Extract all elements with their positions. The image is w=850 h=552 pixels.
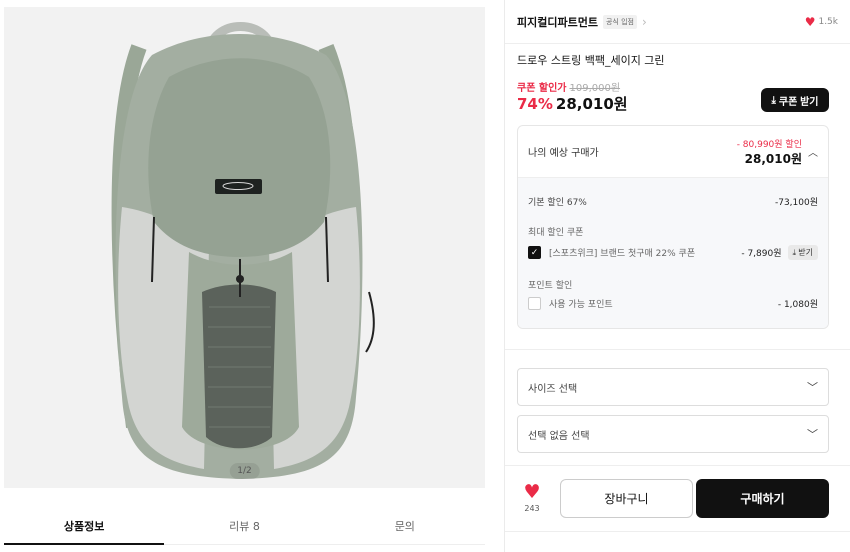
coupon-price-row: 쿠폰 할인가 109,000원 xyxy=(517,79,620,94)
coupon-get-label: 받기 xyxy=(798,248,813,257)
none-option-select[interactable]: 선택 없음 선택 ﹀ xyxy=(517,415,829,453)
price-row: 74% 28,010원 xyxy=(517,93,628,114)
base-discount-label: 기본 할인 67% xyxy=(528,198,587,208)
section-divider xyxy=(505,465,850,466)
estimated-price-label: 나의 예상 구매가 xyxy=(528,148,599,159)
download-icon: ⤓ xyxy=(771,94,776,106)
wishlist-button[interactable]: ♥ 243 xyxy=(521,481,543,514)
tab-reviews[interactable]: 리뷰 8 xyxy=(164,507,325,545)
max-coupon-heading: 최대 할인 쿠폰 xyxy=(528,228,584,238)
point-value: - 1,080원 xyxy=(777,300,818,310)
estimated-price-summary: - 80,990원 할인 28,010원 xyxy=(737,137,802,167)
heart-icon: ♥ xyxy=(804,14,816,29)
chevron-up-icon[interactable]: ︿ xyxy=(808,144,818,159)
official-badge: 공식 입점 xyxy=(602,14,637,29)
coupon-value: - 7,890원 xyxy=(741,249,782,259)
chevron-down-icon: ﹀ xyxy=(807,428,818,441)
coupon-get-button[interactable]: ⤓ 받기 xyxy=(787,245,818,260)
chevron-down-icon: ﹀ xyxy=(807,381,818,394)
buy-button[interactable]: 구매하기 xyxy=(696,479,829,518)
coupon-checkbox[interactable]: ✓ xyxy=(528,246,541,259)
discount-percent: 74% xyxy=(517,95,553,113)
product-gallery-column: 1/2 상품정보 리뷰 8 문의 xyxy=(0,0,504,552)
coupon-name: [스포츠위크] 브랜드 첫구매 22% 쿠폰 xyxy=(549,249,696,259)
wishlist-count: 243 xyxy=(524,504,540,513)
point-name: 사용 가능 포인트 xyxy=(549,300,613,310)
coupon-button-label: 쿠폰 받기 xyxy=(778,96,819,108)
point-discount-heading: 포인트 할인 xyxy=(528,281,573,291)
point-row: 사용 가능 포인트 - 1,080원 xyxy=(528,297,818,310)
brand-name-link[interactable]: 피지컬디파트먼트 xyxy=(517,14,598,30)
coupon-row: ✓ [스포츠위크] 브랜드 첫구매 22% 쿠폰 - 7,890원 ⤓ 받기 xyxy=(528,245,818,260)
brand-row: 피지컬디파트먼트 공식 입점 › ♥ 1.5k xyxy=(505,0,850,44)
point-checkbox[interactable] xyxy=(528,297,541,310)
none-option-label: 선택 없음 선택 xyxy=(528,430,590,442)
sale-price: 28,010원 xyxy=(555,95,628,113)
chevron-right-icon[interactable]: › xyxy=(642,15,647,29)
cart-button[interactable]: 장바구니 xyxy=(560,479,693,518)
backpack-illustration xyxy=(111,22,375,479)
tab-product-info[interactable]: 상품정보 xyxy=(4,507,165,545)
total-discount: - 80,990원 할인 xyxy=(736,139,802,150)
tab-inquiry[interactable]: 문의 xyxy=(324,507,485,545)
section-divider xyxy=(505,531,850,532)
product-title: 드로우 스트링 백팩_세이지 그린 xyxy=(517,54,665,67)
heart-icon: ♥ xyxy=(523,481,541,503)
brand-like-count: 1.5k xyxy=(818,16,838,27)
base-discount-row: 기본 할인 67% -73,100원 xyxy=(528,195,818,208)
size-select-label: 사이즈 선택 xyxy=(528,383,578,395)
brand-like[interactable]: ♥ 1.5k xyxy=(805,15,838,29)
product-purchase-panel: 피지컬디파트먼트 공식 입점 › ♥ 1.5k 드로우 스트링 백팩_세이지 그… xyxy=(505,0,850,552)
discount-breakdown: 기본 할인 67% -73,100원 최대 할인 쿠폰 ✓ [스포츠위크] 브랜… xyxy=(518,178,828,328)
section-divider xyxy=(505,349,850,350)
product-image[interactable]: 1/2 xyxy=(4,7,485,488)
estimated-price-box: 나의 예상 구매가 - 80,990원 할인 28,010원 ︿ 기본 할인 6… xyxy=(517,125,829,329)
estimated-price: 28,010원 xyxy=(744,151,802,166)
product-tabs: 상품정보 리뷰 8 문의 xyxy=(4,507,485,545)
image-counter: 1/2 xyxy=(229,463,260,479)
size-select[interactable]: 사이즈 선택 ﹀ xyxy=(517,368,829,406)
estimated-price-header[interactable]: 나의 예상 구매가 - 80,990원 할인 28,010원 ︿ xyxy=(518,126,828,178)
base-discount-value: -73,100원 xyxy=(774,198,818,208)
coupon-download-button[interactable]: ⤓ 쿠폰 받기 xyxy=(761,88,829,112)
